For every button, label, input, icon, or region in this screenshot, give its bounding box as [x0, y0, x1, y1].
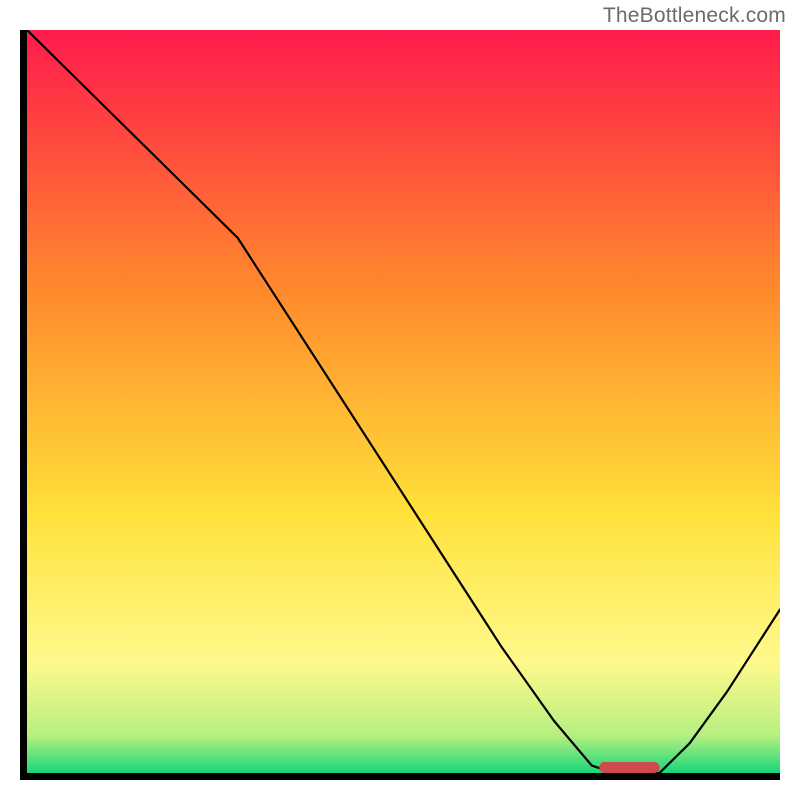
- watermark-text: TheBottleneck.com: [603, 4, 786, 28]
- y-axis-line: [20, 30, 27, 780]
- plot-area: [27, 30, 780, 773]
- plot-frame: [20, 30, 780, 780]
- x-axis-line: [20, 773, 780, 780]
- chart-root: TheBottleneck.com: [0, 0, 800, 800]
- plot-svg: [27, 30, 780, 773]
- selected-range-marker: [599, 762, 659, 773]
